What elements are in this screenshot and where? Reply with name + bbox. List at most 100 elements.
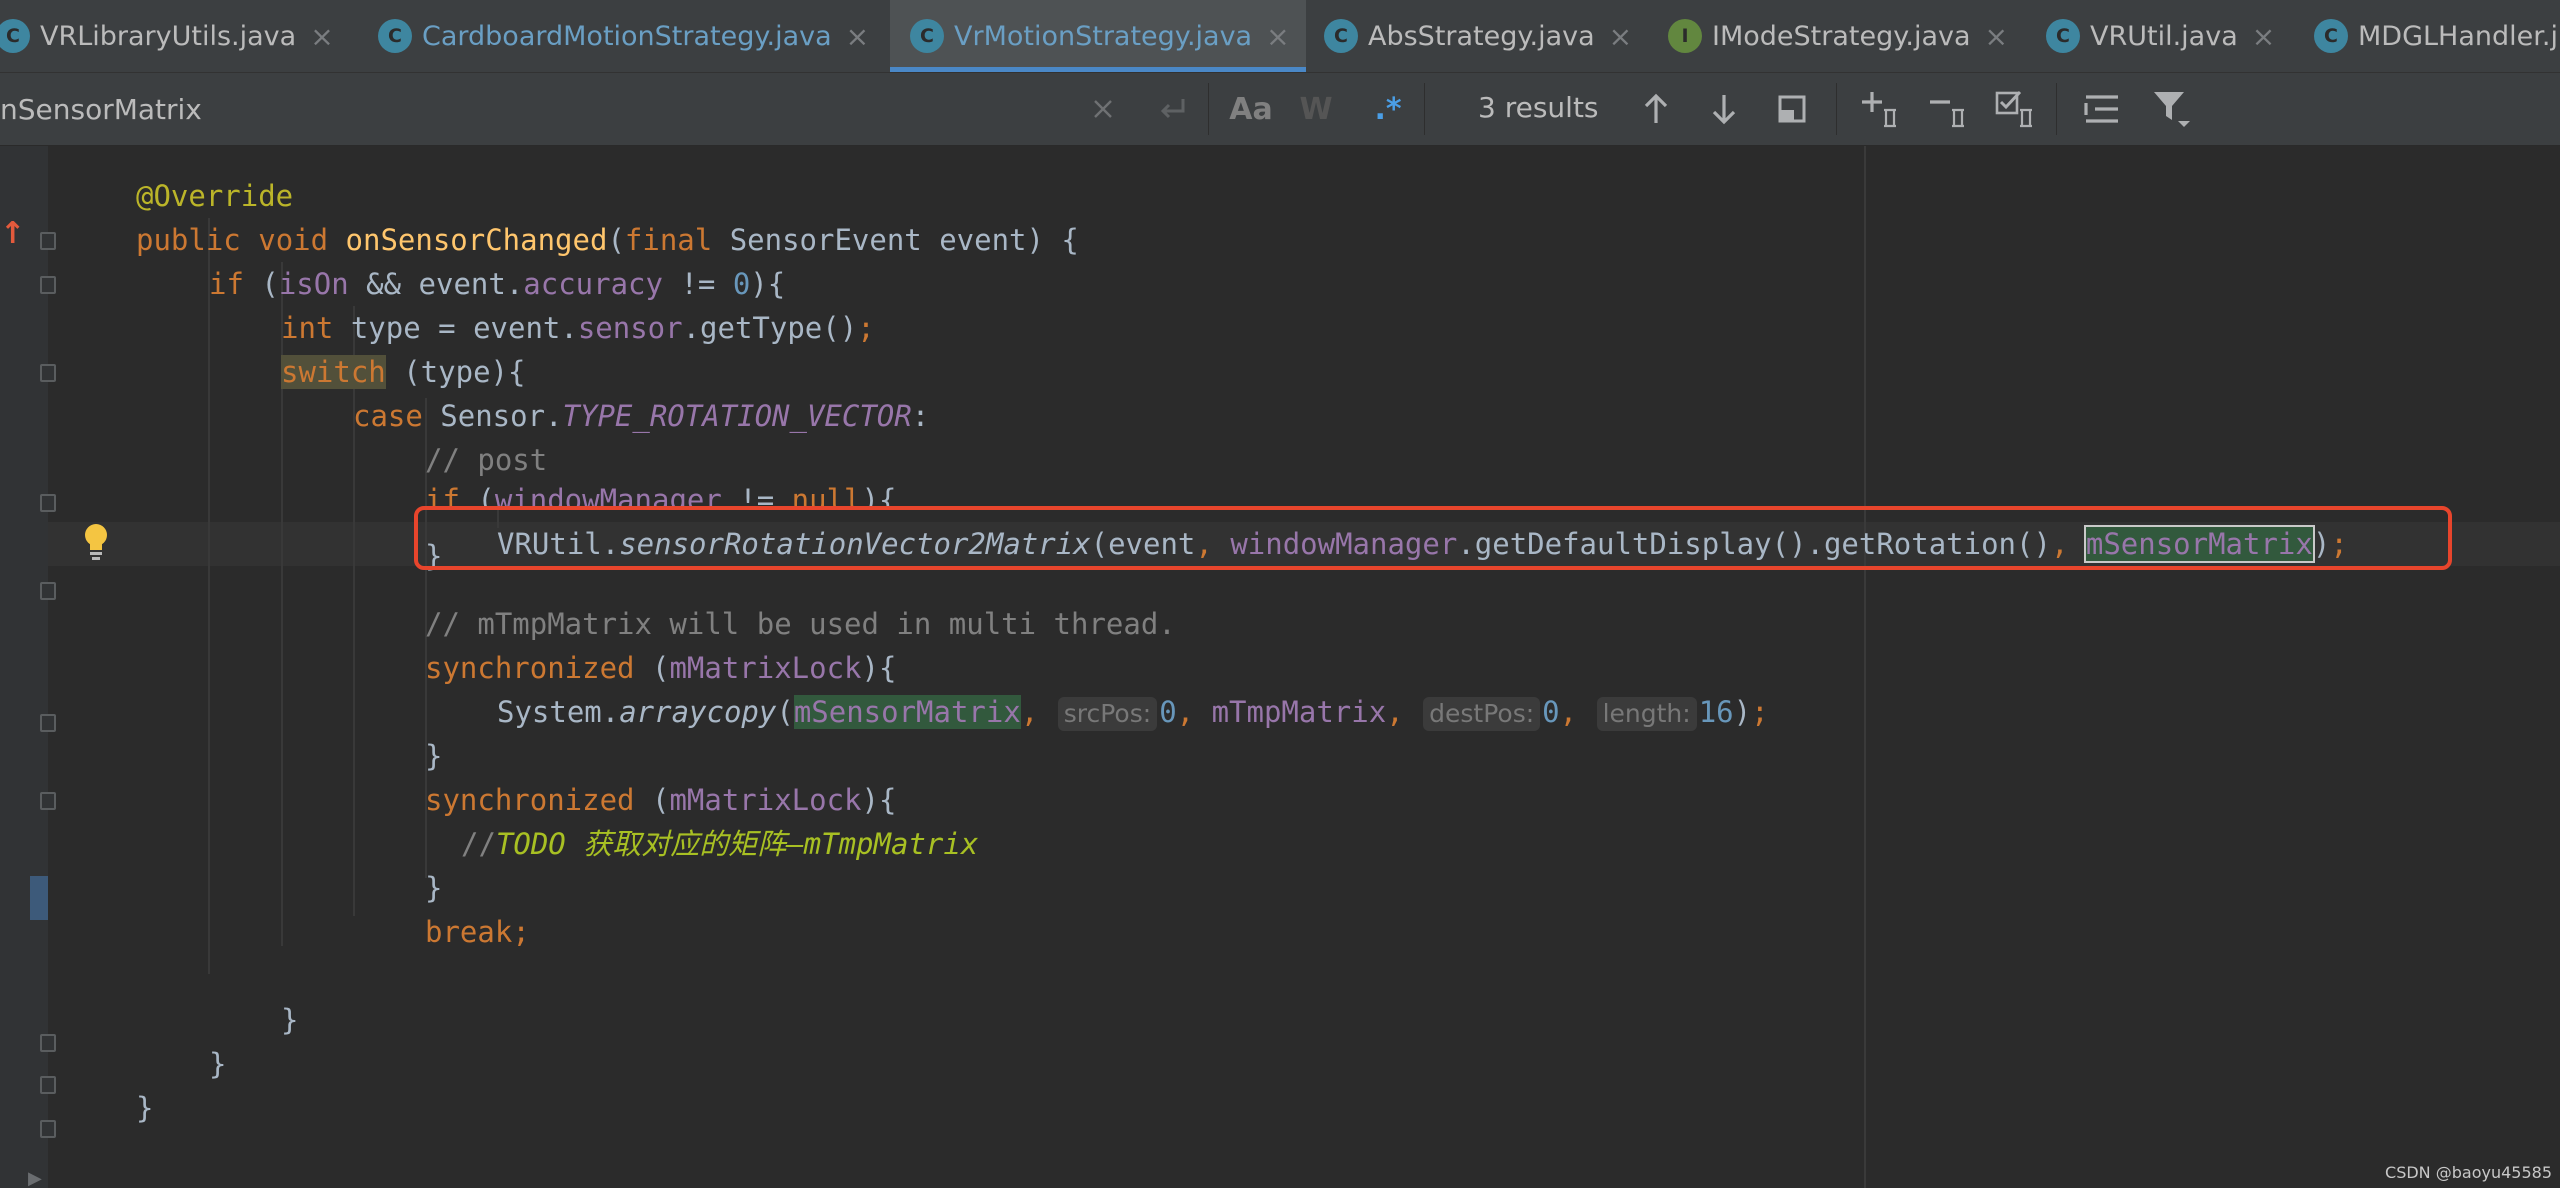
code-line[interactable]: case Sensor.TYPE_ROTATION_VECTOR: bbox=[353, 394, 929, 438]
keyword: public bbox=[136, 223, 241, 257]
next-occurrence-icon[interactable] bbox=[1704, 87, 1744, 131]
code-line[interactable]: @Override bbox=[136, 174, 293, 218]
comma: , bbox=[1176, 695, 1195, 729]
highlight-annotation-box bbox=[414, 506, 2452, 570]
search-input[interactable] bbox=[0, 73, 1205, 145]
separator bbox=[1208, 83, 1209, 135]
fold-marker-icon[interactable] bbox=[40, 582, 56, 600]
fold-marker-icon[interactable] bbox=[40, 276, 56, 294]
filter-search-results-icon[interactable] bbox=[1772, 87, 1812, 131]
semicolon: ; bbox=[857, 311, 875, 345]
keyword: synchronized bbox=[425, 651, 635, 685]
expand-arrow-icon[interactable]: ▶ bbox=[28, 1168, 42, 1188]
filter-icon[interactable] bbox=[2150, 87, 2194, 131]
code-line[interactable]: switch (type){ bbox=[281, 350, 525, 394]
tab-mdglhandler[interactable]: C MDGLHandler.j bbox=[2314, 0, 2560, 72]
parameter-hint: length: bbox=[1596, 697, 1697, 731]
close-icon[interactable]: × bbox=[1609, 20, 1632, 53]
tab-label: CardboardMotionStrategy.java bbox=[422, 20, 832, 52]
previous-occurrence-icon[interactable] bbox=[1636, 87, 1676, 131]
keyword: case bbox=[353, 399, 423, 433]
code-line[interactable]: synchronized (mMatrixLock){ bbox=[425, 778, 896, 822]
code-line[interactable]: } bbox=[425, 866, 442, 910]
keyword: void bbox=[258, 223, 329, 257]
fold-marker-icon[interactable] bbox=[40, 364, 56, 382]
close-icon[interactable]: × bbox=[2252, 20, 2275, 53]
select-all-occurrences-icon[interactable] bbox=[1992, 87, 2040, 131]
code-line[interactable]: } bbox=[209, 1042, 226, 1086]
comment: // bbox=[461, 827, 496, 861]
code-line[interactable]: synchronized (mMatrixLock){ bbox=[425, 646, 896, 690]
separator bbox=[1424, 83, 1425, 135]
fold-marker-icon[interactable] bbox=[40, 1076, 56, 1094]
code-text: : bbox=[911, 399, 930, 433]
results-count: 3 results bbox=[1478, 91, 1599, 124]
code-line[interactable]: System.arraycopy(mSensorMatrix, srcPos: 0… bbox=[497, 690, 1769, 734]
semicolon: ; bbox=[512, 915, 530, 949]
search-context-icon[interactable] bbox=[2080, 87, 2124, 131]
code-text: } bbox=[425, 871, 443, 905]
separator bbox=[1836, 83, 1837, 135]
indent-guide bbox=[208, 218, 210, 974]
fold-marker-icon[interactable] bbox=[40, 1034, 56, 1052]
code-line[interactable]: int type = event.sensor.getType(); bbox=[281, 306, 875, 350]
tab-vrlibraryutils[interactable]: C VRLibraryUtils.java × bbox=[0, 0, 360, 72]
field: accuracy bbox=[523, 267, 663, 301]
tab-vrmotionstrategy[interactable]: C VrMotionStrategy.java × bbox=[890, 0, 1306, 72]
search-match[interactable]: mSensorMatrix bbox=[793, 695, 1021, 729]
tab-absstrategy[interactable]: C AbsStrategy.java × bbox=[1324, 0, 1644, 72]
close-icon[interactable]: × bbox=[1985, 20, 2008, 53]
tab-cardboardmotionstrategy[interactable]: C CardboardMotionStrategy.java × bbox=[378, 0, 878, 72]
code-line[interactable]: public void onSensorChanged(final Sensor… bbox=[136, 218, 1079, 262]
tab-label: MDGLHandler.j bbox=[2358, 20, 2558, 52]
tab-label: AbsStrategy.java bbox=[1368, 20, 1595, 52]
fold-marker-icon[interactable] bbox=[40, 1120, 56, 1138]
tab-vrutil[interactable]: C VRUtil.java × bbox=[2046, 0, 2286, 72]
fold-marker-icon[interactable] bbox=[40, 232, 56, 250]
fold-marker-icon[interactable] bbox=[40, 714, 56, 732]
semicolon: ; bbox=[1751, 695, 1769, 729]
match-case-toggle[interactable]: Aa bbox=[1226, 87, 1276, 131]
comma: , bbox=[1559, 695, 1578, 729]
code-line[interactable]: break; bbox=[425, 910, 530, 954]
close-icon[interactable]: × bbox=[846, 20, 869, 53]
code-line[interactable]: // post bbox=[425, 438, 547, 482]
class-icon: C bbox=[2046, 19, 2080, 53]
watermark: CSDN @baoyu45585 bbox=[2385, 1163, 2552, 1182]
fold-marker-icon[interactable] bbox=[40, 792, 56, 810]
overriding-method-icon[interactable]: ↑ bbox=[0, 216, 25, 251]
code-text: ){ bbox=[861, 651, 897, 685]
close-icon[interactable]: × bbox=[1266, 20, 1289, 53]
static-constant: TYPE_ROTATION_VECTOR bbox=[562, 399, 912, 433]
remove-occurrence-icon[interactable] bbox=[1924, 87, 1972, 131]
code-text: type = event. bbox=[333, 311, 578, 345]
fold-marker-icon[interactable] bbox=[40, 494, 56, 512]
words-toggle[interactable]: W bbox=[1296, 87, 1336, 131]
add-occurrence-icon[interactable] bbox=[1856, 87, 1904, 131]
code-editor[interactable]: ↑ ▶ @Override public void onSensorChange… bbox=[0, 146, 2560, 1188]
code-text: SensorEvent event) { bbox=[712, 223, 1079, 257]
clear-search-icon[interactable] bbox=[1088, 87, 1118, 131]
code-line[interactable]: } bbox=[425, 734, 442, 778]
keyword: null bbox=[791, 483, 862, 508]
tab-imodestrategy[interactable]: I IModeStrategy.java × bbox=[1668, 0, 2008, 72]
code-text: ( bbox=[634, 651, 670, 685]
class-icon: C bbox=[378, 19, 412, 53]
close-icon[interactable]: × bbox=[310, 20, 333, 53]
code-line[interactable]: } bbox=[281, 998, 298, 1042]
code-line[interactable]: //TODO 获取对应的矩阵—mTmpMatrix bbox=[461, 822, 978, 866]
lightbulb-icon[interactable] bbox=[82, 522, 110, 562]
code-text: != bbox=[721, 483, 792, 508]
change-marker[interactable] bbox=[30, 876, 48, 920]
code-line[interactable]: if (windowManager != null){ bbox=[425, 478, 896, 508]
code-line[interactable]: // mTmpMatrix will be used in multi thre… bbox=[425, 602, 1176, 646]
new-line-icon[interactable] bbox=[1152, 87, 1192, 131]
annotation: @Override bbox=[136, 179, 294, 213]
code-text: (type){ bbox=[385, 355, 526, 389]
comment: // post bbox=[425, 443, 548, 477]
regex-toggle[interactable]: .* bbox=[1364, 87, 1412, 131]
code-line[interactable]: } bbox=[136, 1086, 153, 1130]
code-line[interactable]: if (isOn && event.accuracy != 0){ bbox=[209, 262, 785, 306]
comment: // mTmpMatrix will be used in multi thre… bbox=[425, 607, 1176, 641]
right-margin-guide bbox=[1864, 146, 1866, 1188]
